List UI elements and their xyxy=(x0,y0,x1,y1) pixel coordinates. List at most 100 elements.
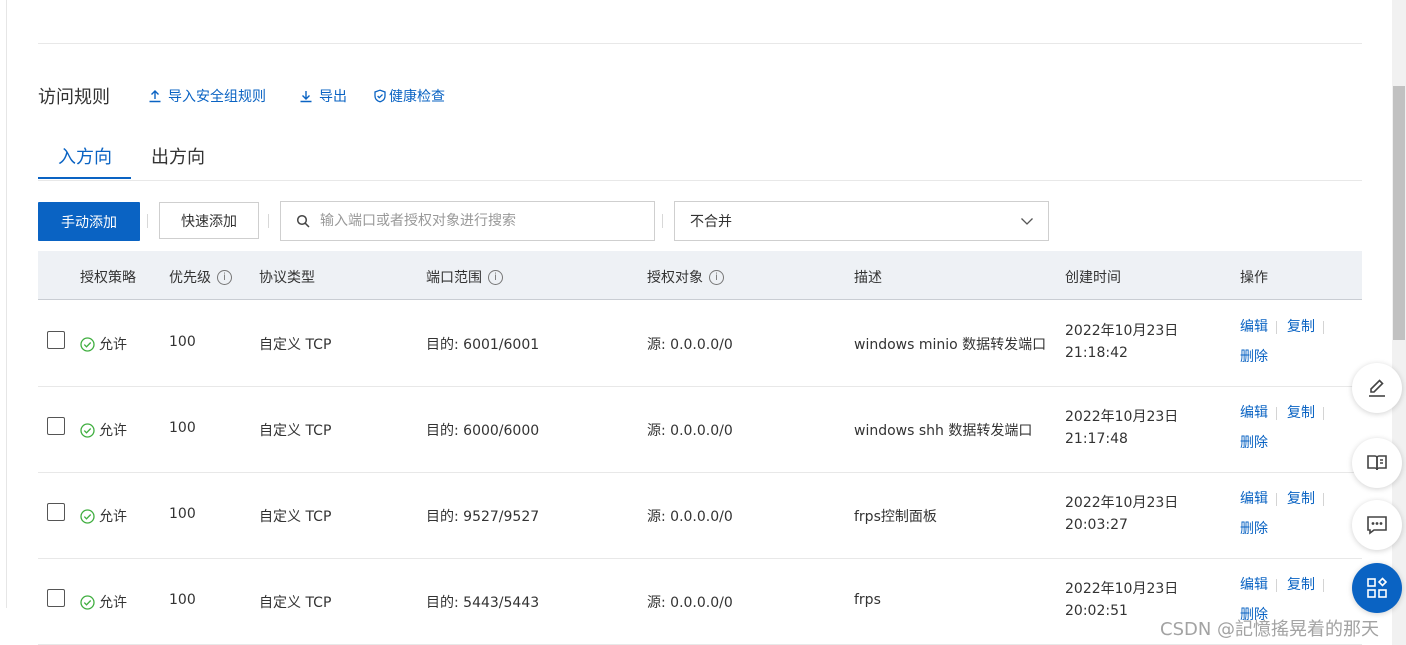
description-cell: frps控制面板 xyxy=(854,509,937,525)
info-icon[interactable]: i xyxy=(217,269,232,285)
merge-select-value: 不合并 xyxy=(690,214,732,230)
info-icon[interactable]: i xyxy=(709,269,724,285)
policy-cell: 允许 xyxy=(80,420,127,440)
table-header: 授权策略 优先级 i 协议类型 端口范围 i 授权对象 i 描述 创建时间 操作 xyxy=(38,251,1362,300)
import-rules-link[interactable]: 导入安全组规则 xyxy=(148,86,266,106)
scrollbar-thumb[interactable] xyxy=(1393,86,1405,340)
upload-icon xyxy=(149,90,161,103)
priority-cell: 100 xyxy=(169,420,196,436)
header-auth-object: 授权对象 i xyxy=(647,267,724,287)
edit-link[interactable]: 编辑 xyxy=(1240,319,1268,335)
action-divider xyxy=(1323,320,1324,334)
merge-select[interactable]: 不合并 xyxy=(674,201,1049,241)
table-row: 允许 100 自定义 TCP 目的: 6000/6000 源: 0.0.0.0/… xyxy=(38,386,1362,473)
left-border xyxy=(6,0,7,608)
header-policy-label: 授权策略 xyxy=(80,270,136,286)
description-cell: frps xyxy=(854,592,881,608)
port-cell: 目的: 9527/9527 xyxy=(426,509,540,525)
health-check-label: 健康检查 xyxy=(389,89,445,105)
table-row: 允许 100 自定义 TCP 目的: 6001/6001 源: 0.0.0.0/… xyxy=(38,300,1362,387)
header-created-label: 创建时间 xyxy=(1065,270,1121,286)
created-date: 2022年10月23日 xyxy=(1065,409,1179,425)
edit-icon xyxy=(1369,379,1385,397)
search-icon xyxy=(296,214,310,228)
created-time: 21:18:42 xyxy=(1065,345,1128,361)
header-policy: 授权策略 xyxy=(80,267,136,287)
export-label: 导出 xyxy=(319,89,347,105)
header-actions-label: 操作 xyxy=(1240,270,1268,286)
delete-link[interactable]: 删除 xyxy=(1240,435,1268,451)
download-icon xyxy=(300,91,312,103)
chat-button[interactable] xyxy=(1352,500,1402,550)
header-priority-label: 优先级 xyxy=(169,270,211,286)
protocol-cell: 自定义 TCP xyxy=(259,337,332,353)
info-icon[interactable]: i xyxy=(488,269,503,285)
header-created: 创建时间 xyxy=(1065,267,1121,287)
header-port-range-label: 端口范围 xyxy=(426,270,482,286)
action-divider xyxy=(1276,492,1277,506)
policy-cell: 允许 xyxy=(80,592,127,612)
import-rules-label: 导入安全组规则 xyxy=(168,89,266,105)
created-time: 20:03:27 xyxy=(1065,517,1128,533)
feedback-edit-button[interactable] xyxy=(1352,363,1402,413)
apps-button[interactable] xyxy=(1352,563,1402,613)
policy-cell: 允许 xyxy=(80,506,127,526)
delete-link[interactable]: 删除 xyxy=(1240,521,1268,537)
policy-label: 允许 xyxy=(99,423,127,439)
tab-inbound[interactable]: 入方向 xyxy=(58,143,112,169)
source-cell: 源: 0.0.0.0/0 xyxy=(647,423,733,439)
quick-add-button[interactable]: 快速添加 xyxy=(159,202,259,239)
manual-add-button[interactable]: 手动添加 xyxy=(38,202,140,241)
check-circle-icon xyxy=(80,336,95,352)
action-divider xyxy=(1323,406,1324,420)
created-time: 21:17:48 xyxy=(1065,431,1128,447)
source-cell: 源: 0.0.0.0/0 xyxy=(647,337,733,353)
port-cell: 目的: 6000/6000 xyxy=(426,423,540,439)
export-link[interactable]: 导出 xyxy=(299,86,347,106)
row-actions: 编辑 复制 删除 xyxy=(1240,398,1350,458)
toolbar-separator xyxy=(268,214,269,228)
row-checkbox[interactable] xyxy=(47,589,65,607)
policy-label: 允许 xyxy=(99,337,127,353)
action-divider xyxy=(1276,578,1277,592)
shield-check-icon xyxy=(374,89,386,103)
copy-link[interactable]: 复制 xyxy=(1287,405,1315,421)
protocol-cell: 自定义 TCP xyxy=(259,509,332,525)
policy-label: 允许 xyxy=(99,595,127,611)
section-title: 访问规则 xyxy=(38,87,110,108)
edit-link[interactable]: 编辑 xyxy=(1240,405,1268,421)
apps-icon xyxy=(1367,577,1388,598)
source-cell: 源: 0.0.0.0/0 xyxy=(647,595,733,611)
health-check-link[interactable]: 健康检查 xyxy=(373,86,445,106)
row-checkbox[interactable] xyxy=(47,417,65,435)
copy-link[interactable]: 复制 xyxy=(1287,491,1315,507)
copy-link[interactable]: 复制 xyxy=(1287,577,1315,593)
action-divider xyxy=(1276,406,1277,420)
delete-link[interactable]: 删除 xyxy=(1240,349,1268,365)
row-actions: 编辑 复制 删除 xyxy=(1240,312,1350,372)
created-cell: 2022年10月23日 21:17:48 xyxy=(1065,406,1178,450)
toolbar-separator xyxy=(147,214,148,228)
search-input[interactable] xyxy=(318,212,642,230)
search-box[interactable] xyxy=(280,201,655,241)
created-cell: 2022年10月23日 21:18:42 xyxy=(1065,320,1178,364)
copy-link[interactable]: 复制 xyxy=(1287,319,1315,335)
policy-label: 允许 xyxy=(99,509,127,525)
docs-button[interactable] xyxy=(1352,438,1402,488)
priority-cell: 100 xyxy=(169,506,196,522)
book-icon xyxy=(1367,455,1387,471)
protocol-cell: 自定义 TCP xyxy=(259,595,332,611)
edit-link[interactable]: 编辑 xyxy=(1240,491,1268,507)
row-checkbox[interactable] xyxy=(47,503,65,521)
port-cell: 目的: 5443/5443 xyxy=(426,595,540,611)
edit-link[interactable]: 编辑 xyxy=(1240,577,1268,593)
created-date: 2022年10月23日 xyxy=(1065,323,1179,339)
check-circle-icon xyxy=(80,594,95,610)
action-divider xyxy=(1323,578,1324,592)
top-divider xyxy=(38,43,1362,44)
row-checkbox[interactable] xyxy=(47,331,65,349)
created-date: 2022年10月23日 xyxy=(1065,495,1179,511)
header-protocol-label: 协议类型 xyxy=(259,270,315,286)
header-port-range: 端口范围 i xyxy=(426,267,503,287)
tab-outbound[interactable]: 出方向 xyxy=(151,143,205,169)
